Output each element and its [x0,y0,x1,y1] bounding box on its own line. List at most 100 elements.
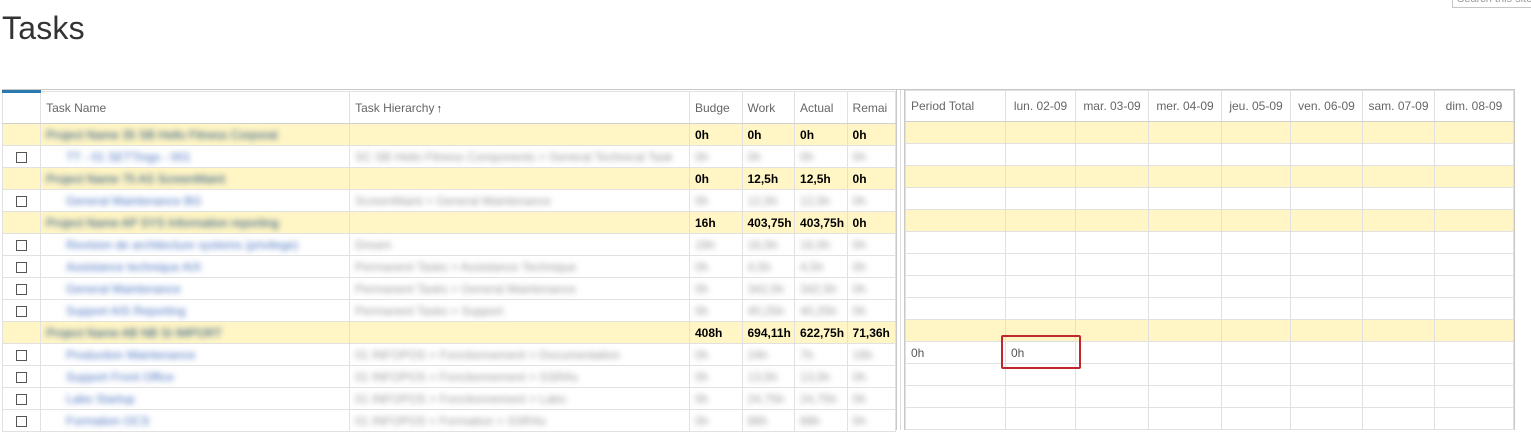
column-header-work[interactable]: Work [741,91,796,124]
task-name-link[interactable]: Revision de architecture systems (privil… [66,238,298,252]
day-entry-cell[interactable] [1290,209,1363,232]
task-name-cell[interactable]: Project Name 35 SB Hello Fitness Corpora… [40,123,351,146]
task-name-link[interactable]: Assistance technique AIX [66,260,201,274]
day-entry-cell[interactable] [1434,143,1514,166]
task-row[interactable]: General Maintenance BG ScreenMaint > Gene… [1,189,897,212]
day-entry-cell[interactable] [1434,121,1514,144]
row-checkbox[interactable] [16,415,27,427]
task-name-cell[interactable]: Project Name AP SYS Information reportin… [40,211,351,234]
day-entry-cell[interactable] [1005,253,1076,276]
day-entry-cell[interactable] [1005,143,1076,166]
day-entry-cell[interactable] [1221,187,1291,210]
column-header-day[interactable]: jeu. 05-09 [1221,90,1291,122]
task-name-cell[interactable]: Labo Startup [40,387,351,410]
task-name-link[interactable]: Support AIS Reporting [66,304,185,318]
day-entry-cell[interactable] [1075,341,1149,364]
day-entry-cell[interactable] [1290,275,1363,298]
row-select-cell[interactable] [1,277,42,300]
day-entry-cell[interactable] [1075,253,1149,276]
project-name-text[interactable]: Project Name 75 AS ScreenMaint [46,172,225,186]
task-row[interactable]: Support Front Office 01 INFOPOS > Fonctio… [1,365,897,388]
day-entry-cell[interactable] [1290,319,1363,342]
column-header-day[interactable]: ven. 06-09 [1290,90,1363,122]
day-entry-cell[interactable] [1290,165,1363,188]
day-entry-cell[interactable] [1362,275,1435,298]
day-entry-cell[interactable] [1075,209,1149,232]
day-entry-cell[interactable] [1434,341,1514,364]
day-entry-cell[interactable] [1221,363,1291,386]
day-entry-cell[interactable] [1434,297,1514,320]
day-entry-cell[interactable] [1075,319,1149,342]
day-entry-cell[interactable] [1362,121,1435,144]
column-header-day[interactable]: lun. 02-09 [1005,90,1076,122]
day-entry-cell[interactable] [1005,407,1076,430]
task-row[interactable]: Labo Startup 01 INFOPOS > Fonctionnement … [1,387,897,410]
day-entry-cell[interactable] [1290,143,1363,166]
day-entry-cell[interactable] [1362,341,1435,364]
column-header-remaining[interactable]: Remai [846,91,897,124]
day-entry-cell[interactable] [1362,319,1435,342]
day-entry-cell[interactable] [1005,121,1076,144]
day-entry-cell[interactable] [1005,231,1076,254]
day-entry-cell[interactable] [1221,385,1291,408]
column-header-period-total[interactable]: Period Total [905,90,1006,122]
day-entry-cell[interactable] [1075,187,1149,210]
task-row[interactable]: Revision de architecture systems (privil… [1,233,897,256]
row-checkbox[interactable] [16,195,27,207]
row-select-cell[interactable] [1,233,42,256]
row-checkbox[interactable] [16,239,27,251]
day-entry-cell[interactable] [1290,231,1363,254]
task-name-cell[interactable]: Support AIS Reporting [40,299,351,322]
column-header-actual[interactable]: Actual [794,91,848,124]
task-name-cell[interactable]: TT - 01 SETTings - 001 [40,145,351,168]
day-entry-cell[interactable] [1148,363,1222,386]
day-entry-cell[interactable] [1005,297,1076,320]
day-entry-cell[interactable] [1005,275,1076,298]
day-entry-cell[interactable] [1148,187,1222,210]
project-name-text[interactable]: Project Name AB NB SI IMPORT [46,326,222,340]
day-entry-cell[interactable] [1362,165,1435,188]
row-select-cell[interactable] [1,145,42,168]
task-name-link[interactable]: Labo Startup [66,392,135,406]
day-entry-cell[interactable] [1434,231,1514,254]
day-entry-cell[interactable] [1290,341,1363,364]
day-entry-cell[interactable] [1362,231,1435,254]
row-checkbox[interactable] [16,283,27,295]
day-entry-cell[interactable] [1005,209,1076,232]
day-entry-cell[interactable] [1005,165,1076,188]
row-checkbox[interactable] [16,349,27,361]
task-name-cell[interactable]: General Maintenance [40,277,351,300]
day-entry-cell[interactable] [1290,253,1363,276]
day-entry-cell[interactable] [1434,319,1514,342]
day-entry-cell[interactable] [1148,121,1222,144]
day-entry-cell[interactable] [1221,319,1291,342]
column-header-task-hierarchy[interactable]: Task Hierarchy ↑ [349,91,690,124]
task-name-cell[interactable]: Project Name 75 AS ScreenMaint [40,167,351,190]
day-entry-cell[interactable] [1148,297,1222,320]
day-entry-cell[interactable] [1075,363,1149,386]
day-entry-cell[interactable] [1362,407,1435,430]
column-header-budget[interactable]: Budge [688,91,743,124]
day-entry-cell[interactable] [1290,121,1363,144]
row-checkbox[interactable] [16,371,27,383]
day-entry-cell[interactable] [1434,209,1514,232]
task-name-link[interactable]: Formation OCS [66,414,149,428]
day-entry-cell[interactable] [1290,297,1363,320]
day-entry-cell[interactable] [1148,319,1222,342]
day-entry-cell[interactable] [1362,187,1435,210]
task-name-cell[interactable]: Formation OCS [40,409,351,432]
row-select-cell[interactable] [1,255,42,278]
task-name-link[interactable]: General Maintenance [66,282,181,296]
day-entry-cell[interactable] [1075,297,1149,320]
day-entry-cell[interactable] [1290,187,1363,210]
day-entry-cell[interactable] [1290,363,1363,386]
day-entry-cell[interactable] [1148,143,1222,166]
day-entry-cell[interactable] [1221,341,1291,364]
day-entry-cell[interactable] [1148,253,1222,276]
day-entry-cell[interactable] [1148,275,1222,298]
task-name-cell[interactable]: Revision de architecture systems (privil… [40,233,351,256]
row-checkbox[interactable] [16,261,27,273]
day-entry-cell[interactable] [1434,165,1514,188]
day-entry-cell[interactable] [1290,385,1363,408]
day-entry-cell[interactable] [1005,385,1076,408]
